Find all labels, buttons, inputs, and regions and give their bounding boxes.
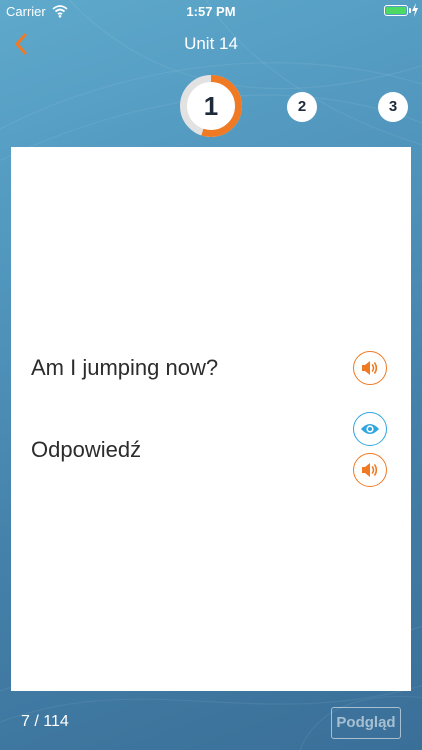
step-3-indicator[interactable]: 3 [378,92,408,122]
flashcard-screen: Carrier 1:57 PM Unit 14 1 2 3 Am I jumpi… [0,0,422,750]
status-bar: Carrier 1:57 PM [0,0,422,22]
speaker-icon [362,463,378,477]
answer-audio-button[interactable] [353,453,387,487]
card-counter: 7 / 114 [21,713,69,730]
status-time: 1:57 PM [186,4,236,19]
step-1-number: 1 [203,91,219,121]
question-text: Am I jumping now? [31,355,219,380]
reveal-answer-button[interactable] [353,412,387,446]
answer-text: Odpowiedź [31,437,142,462]
battery-icon [384,5,408,16]
question-audio-button[interactable] [353,351,387,385]
charging-bolt-icon [412,3,418,17]
speaker-icon [362,361,378,375]
page-title: Unit 14 [184,34,238,53]
preview-button[interactable]: Podgląd [331,707,401,739]
step-1-indicator[interactable]: 1 [180,75,242,137]
flashcard: Am I jumping now? Odpowiedź [11,147,411,691]
step-2-indicator[interactable]: 2 [287,92,317,122]
battery-level [386,7,406,14]
eye-icon [361,424,379,434]
